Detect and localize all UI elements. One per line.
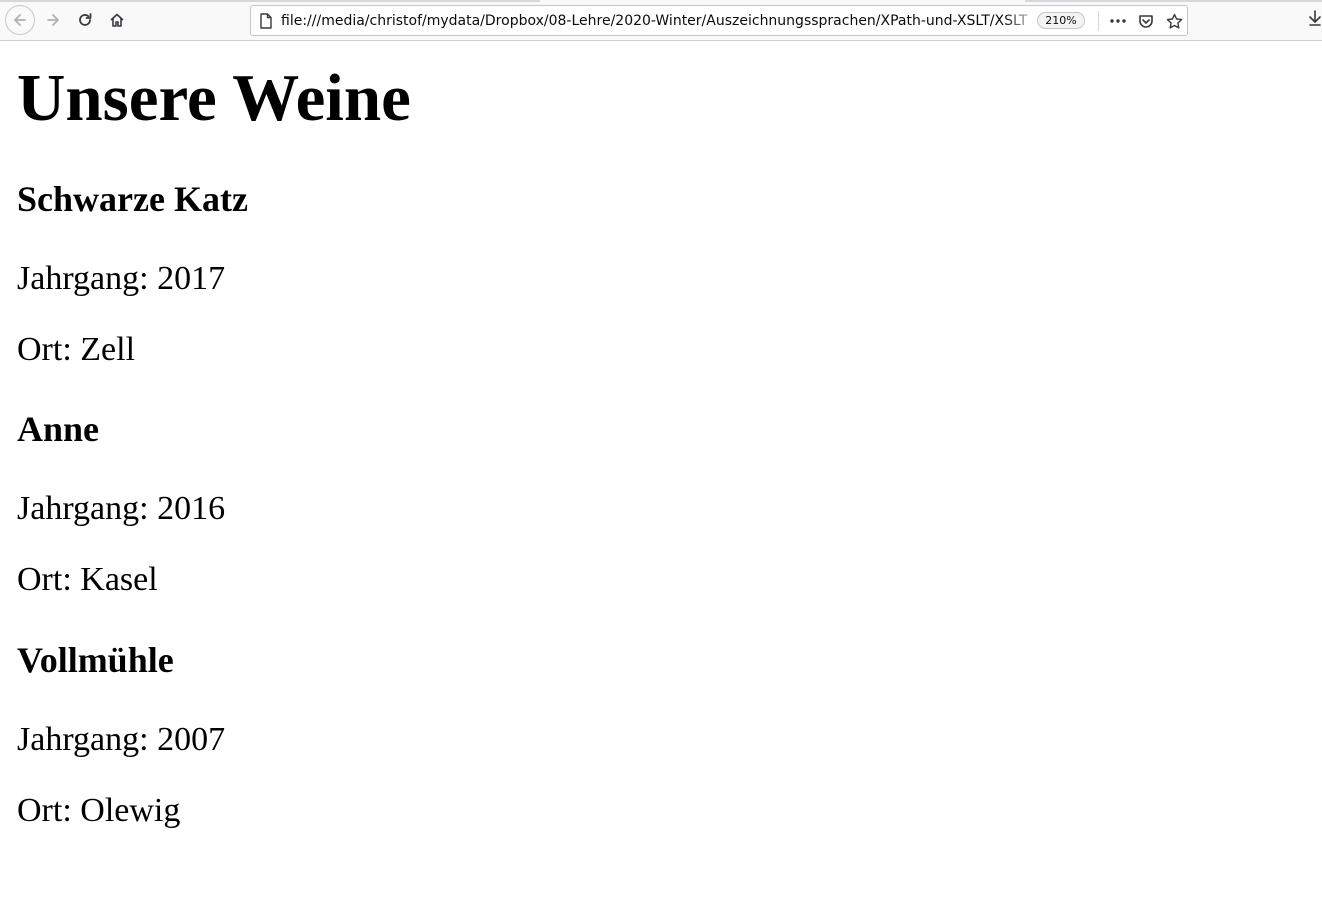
tab-strip-edge: [0, 0, 540, 2]
wine-jahrgang: Jahrgang: 2017: [17, 260, 226, 297]
wine-ort: Ort: Kasel: [17, 561, 158, 598]
reload-icon: [79, 13, 92, 26]
page-actions-button[interactable]: [1107, 10, 1129, 32]
wine-name: Vollmühle: [17, 640, 174, 680]
overflow-menu-button[interactable]: [1308, 9, 1322, 32]
more-horizontal-icon: [1110, 19, 1126, 23]
star-icon: [1166, 13, 1182, 29]
back-button[interactable]: [5, 5, 35, 35]
arrow-left-icon: [14, 14, 26, 26]
wine-ort: Ort: Zell: [17, 331, 136, 368]
page-title: Unsere Weine: [17, 61, 411, 135]
url-text[interactable]: file:///media/christof/mydata/Dropbox/08…: [281, 12, 1041, 30]
wine-jahrgang: Jahrgang: 2016: [17, 490, 226, 527]
wine-name: Schwarze Katz: [17, 179, 248, 219]
forward-button[interactable]: [38, 5, 68, 35]
wine-ort: Ort: Olewig: [17, 792, 181, 829]
browser-toolbar: file:///media/christof/mydata/Dropbox/08…: [0, 0, 1322, 41]
home-button[interactable]: [102, 5, 132, 35]
reload-button[interactable]: [70, 5, 100, 35]
url-separator: [1098, 11, 1099, 31]
home-icon: [110, 13, 124, 27]
pocket-icon: [1139, 15, 1153, 28]
page-icon: [260, 13, 272, 29]
tab-strip-edge-right: [1025, 0, 1322, 2]
arrow-right-icon: [47, 14, 59, 26]
wine-jahrgang: Jahrgang: 2007: [17, 721, 226, 758]
zoom-level-badge[interactable]: 210%: [1037, 12, 1085, 29]
download-arrow-icon: [1309, 10, 1321, 26]
bookmark-button[interactable]: [1163, 10, 1185, 32]
address-bar[interactable]: file:///media/christof/mydata/Dropbox/08…: [250, 5, 1188, 36]
wine-name: Anne: [17, 409, 100, 449]
pocket-button[interactable]: [1135, 10, 1157, 32]
